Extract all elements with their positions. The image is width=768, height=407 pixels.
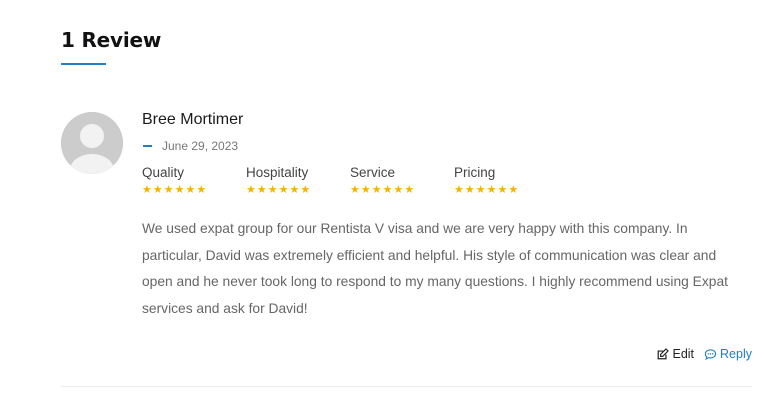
edit-link[interactable]: Edit <box>656 347 694 361</box>
star-rating: ★ ★ ★ ★ ★ ★ <box>350 184 454 196</box>
section-title: 1 Review <box>61 28 162 52</box>
rating-pricing: Pricing ★ ★ ★ ★ ★ ★ <box>454 165 558 196</box>
star-icon: ★ <box>486 184 497 196</box>
star-icon: ★ <box>508 184 519 196</box>
star-icon: ★ <box>300 184 311 196</box>
title-underline <box>61 63 106 65</box>
star-rating: ★ ★ ★ ★ ★ ★ <box>142 184 246 196</box>
review-item: Bree Mortimer June 29, 2023 Quality ★ ★ ★ ★… <box>142 110 752 322</box>
star-rating: ★ ★ ★ ★ ★ ★ <box>246 184 350 196</box>
date-dash <box>143 145 152 147</box>
review-actions: Edit Reply <box>656 347 752 361</box>
review-author: Bree Mortimer <box>142 111 244 128</box>
edit-label: Edit <box>672 347 695 361</box>
star-icon: ★ <box>454 184 464 196</box>
rating-hospitality: Hospitality ★ ★ ★ ★ ★ ★ <box>246 165 350 196</box>
rating-service: Service ★ ★ ★ ★ ★ ★ <box>350 165 454 196</box>
star-icon: ★ <box>497 184 508 196</box>
star-icon: ★ <box>152 184 163 196</box>
star-icon: ★ <box>185 184 196 196</box>
rating-label: Quality <box>142 165 185 180</box>
star-icon: ★ <box>393 184 404 196</box>
avatar-placeholder-icon <box>61 112 123 174</box>
rating-label: Hospitality <box>246 165 309 180</box>
reply-icon <box>704 348 717 360</box>
review-date-row: June 29, 2023 <box>142 139 752 153</box>
rating-quality: Quality ★ ★ ★ ★ ★ ★ <box>142 165 246 196</box>
star-icon: ★ <box>256 184 267 196</box>
star-icon: ★ <box>350 184 360 196</box>
reply-link[interactable]: Reply <box>704 347 752 361</box>
divider <box>61 386 752 387</box>
avatar <box>61 112 123 174</box>
star-icon: ★ <box>371 184 382 196</box>
star-icon: ★ <box>142 184 152 196</box>
star-icon: ★ <box>289 184 300 196</box>
rating-label: Service <box>350 165 396 180</box>
reply-label: Reply <box>720 347 752 361</box>
edit-icon <box>658 347 670 359</box>
star-icon: ★ <box>174 184 185 196</box>
ratings: Quality ★ ★ ★ ★ ★ ★ Hospitality ★ ★ ★ ★ ★ ★ Servic… <box>142 165 752 196</box>
star-icon: ★ <box>475 184 486 196</box>
star-icon: ★ <box>278 184 289 196</box>
star-icon: ★ <box>464 184 475 196</box>
star-icon: ★ <box>382 184 393 196</box>
star-icon: ★ <box>246 184 256 196</box>
rating-label: Pricing <box>454 165 496 180</box>
review-date: June 29, 2023 <box>162 139 239 153</box>
star-icon: ★ <box>267 184 278 196</box>
star-icon: ★ <box>404 184 415 196</box>
star-icon: ★ <box>360 184 371 196</box>
star-icon: ★ <box>163 184 174 196</box>
star-icon: ★ <box>196 184 207 196</box>
star-rating: ★ ★ ★ ★ ★ ★ <box>454 184 558 196</box>
review-text: We used expat group for our Rentista V v… <box>142 221 728 316</box>
